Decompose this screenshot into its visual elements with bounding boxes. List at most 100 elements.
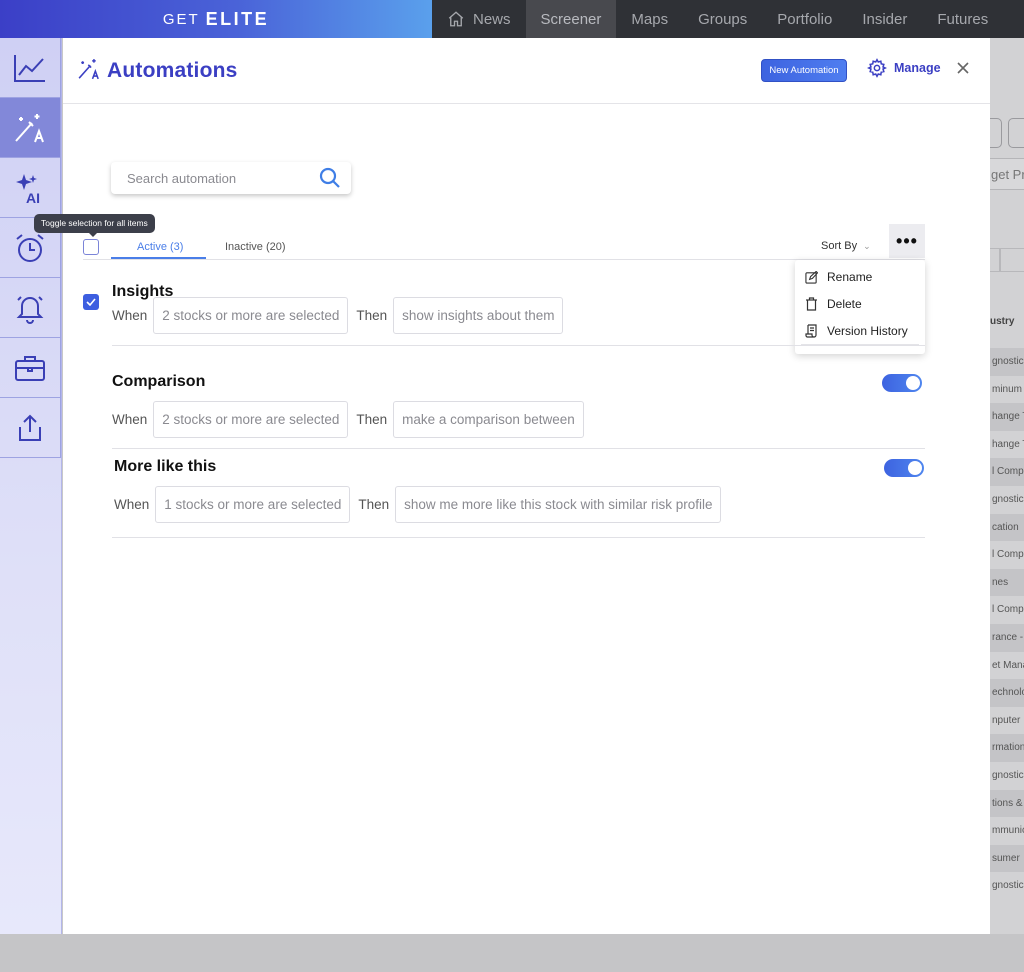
divider [112, 448, 925, 449]
nav-groups-label: Groups [698, 10, 748, 28]
background-column-header: ustry [990, 316, 1015, 327]
checkmark-icon [86, 298, 96, 306]
new-automation-button[interactable]: New Automation [761, 59, 847, 82]
then-label: Then [358, 497, 390, 512]
close-icon[interactable] [956, 61, 970, 75]
brand-logo[interactable]: GET ELITE [0, 0, 432, 38]
row-checkbox-insights[interactable] [83, 294, 99, 310]
top-bar: GET ELITE News Screener Maps Groups Port… [0, 0, 1024, 38]
background-cell: gnostics [992, 880, 1024, 892]
nav-news[interactable]: News [432, 0, 526, 38]
divider [112, 537, 925, 538]
nav-portfolio[interactable]: Portfolio [762, 0, 847, 38]
nav-screener-label: Screener [540, 10, 602, 28]
manage-button[interactable]: Manage [867, 58, 941, 78]
bell-icon [16, 295, 44, 324]
background-cell: echnolo [990, 679, 1024, 707]
ai-sparkle-icon: AI [16, 173, 40, 204]
automation-toggle[interactable] [884, 459, 924, 477]
menu-item-version-history[interactable]: Version History [805, 324, 908, 338]
automation-name: More like this [114, 458, 217, 475]
active-tab-indicator [111, 257, 206, 259]
background-cell: rance - [990, 623, 1024, 652]
automation-toggle[interactable] [882, 374, 922, 392]
background-cell: hange T [992, 438, 1024, 450]
delete-label: Delete [827, 297, 862, 311]
nav-futures-label: Futures [937, 10, 989, 28]
sidebar-item-notifications[interactable] [0, 278, 61, 338]
search-box [111, 162, 351, 194]
background-footer [0, 934, 1024, 972]
brand-get: GET [162, 10, 200, 28]
sidebar-item-automations[interactable] [0, 98, 61, 158]
then-label: Then [356, 412, 388, 427]
menu-item-delete[interactable]: Delete [805, 297, 862, 311]
nav-futures[interactable]: Futures [922, 0, 1003, 38]
select-all-checkbox[interactable] [83, 239, 99, 255]
nav-screener[interactable]: Screener [525, 0, 617, 38]
background-search: get Pr [990, 158, 1024, 190]
nav-maps[interactable]: Maps [616, 0, 683, 38]
search-input[interactable] [127, 170, 307, 186]
tabs-row: Active (3) Inactive (20) Sort By ⌄ ••• [83, 224, 925, 260]
menu-item-rename[interactable]: Rename [805, 270, 872, 284]
magic-wand-icon [78, 59, 99, 80]
briefcase-icon [15, 355, 45, 381]
background-cell: nputer [992, 714, 1021, 726]
search-icon[interactable] [319, 167, 341, 189]
sidebar-item-portfolio[interactable] [0, 338, 61, 398]
modal-title: Automations [107, 59, 238, 82]
background-cell: gnostics [992, 493, 1024, 505]
when-label: When [112, 308, 148, 323]
then-action-field[interactable]: show insights about them [393, 297, 564, 334]
background-cell: tions & [990, 789, 1024, 818]
background-cell: minum [992, 383, 1023, 395]
alarm-clock-icon [16, 233, 44, 262]
background-button [990, 118, 1002, 148]
background-cell: l Comp [992, 604, 1024, 616]
automation-rule: When 2 stocks or more are selected Then … [112, 401, 592, 438]
background-cell: l Comp [992, 549, 1024, 561]
nav-insider-label: Insider [862, 10, 908, 28]
more-options-button[interactable]: ••• [889, 224, 925, 258]
history-scroll-icon [805, 324, 817, 338]
divider [112, 345, 925, 346]
sidebar-item-share[interactable] [0, 398, 61, 458]
nav-insider[interactable]: Insider [847, 0, 922, 38]
ellipsis-icon: ••• [896, 230, 918, 251]
automations-modal: Automations New Automation Manage Active… [34, 38, 990, 934]
background-cell: cation [990, 513, 1024, 542]
then-action-field[interactable]: make a comparison between [393, 401, 584, 438]
sidebar-item-charts[interactable] [0, 38, 61, 98]
background-cell: et Mana [992, 659, 1024, 671]
automation-rule: When 2 stocks or more are selected Then … [112, 297, 571, 334]
gear-icon [867, 58, 887, 78]
main-nav: News Screener Maps Groups Portfolio Insi… [432, 0, 1003, 38]
manage-label: Manage [894, 61, 941, 75]
when-condition-field[interactable]: 1 stocks or more are selected [155, 486, 351, 523]
when-condition-field[interactable]: 2 stocks or more are selected [153, 401, 349, 438]
background-header-cell [990, 248, 1000, 272]
select-all-tooltip: Toggle selection for all items [34, 214, 155, 237]
version-history-label: Version History [827, 324, 908, 338]
trash-icon [806, 297, 817, 311]
chevron-down-icon: ⌄ [863, 240, 871, 251]
then-label: Then [356, 308, 388, 323]
nav-portfolio-label: Portfolio [777, 10, 833, 28]
background-cell: sumer [990, 844, 1024, 873]
sort-by-dropdown[interactable]: Sort By ⌄ [821, 240, 871, 252]
sort-by-label: Sort By [821, 240, 858, 252]
magic-wand-icon [15, 113, 44, 142]
when-condition-field[interactable]: 2 stocks or more are selected [153, 297, 349, 334]
tab-inactive[interactable]: Inactive (20) [225, 241, 286, 253]
background-cell: l Comp [990, 458, 1024, 486]
background-cell: mmunic [992, 825, 1024, 837]
then-action-field[interactable]: show me more like this stock with simila… [395, 486, 722, 523]
background-cell: rmation [990, 734, 1024, 762]
background-column: gnostics minum hange T hange T l Comp gnostic… [990, 348, 1024, 900]
sidebar-item-ai[interactable]: AI [0, 158, 61, 218]
tab-active[interactable]: Active (3) [137, 241, 183, 253]
rename-label: Rename [827, 270, 873, 284]
brand-elite: ELITE [205, 8, 270, 29]
nav-groups[interactable]: Groups [683, 0, 762, 38]
